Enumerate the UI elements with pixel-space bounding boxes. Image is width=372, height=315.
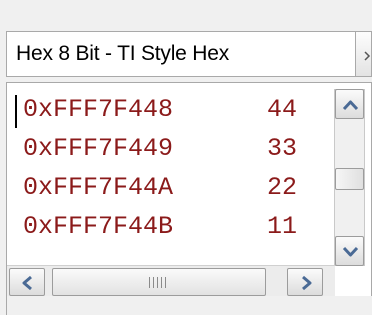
- vertical-scroll-thumb[interactable]: [335, 168, 364, 190]
- arrow-left-icon: [22, 275, 32, 291]
- scroll-up-button[interactable]: [335, 89, 364, 119]
- horizontal-scroll-thumb[interactable]: [52, 268, 266, 296]
- bottom-gap: [7, 296, 372, 315]
- memory-address: 0xFFF7F44A: [23, 173, 174, 202]
- toolbar-strip: [0, 0, 372, 22]
- memory-value[interactable]: 44: [267, 95, 297, 124]
- memory-address: 0xFFF7F448: [23, 95, 174, 124]
- scroll-down-button[interactable]: [335, 236, 364, 266]
- text-cursor: [15, 95, 17, 128]
- memory-address: 0xFFF7F449: [23, 134, 174, 163]
- chevron-down-icon: [364, 51, 371, 61]
- format-select-value: Hex 8 Bit - TI Style Hex: [16, 42, 230, 65]
- format-select-dropdown-button[interactable]: [356, 31, 372, 77]
- grip-icon: [149, 277, 169, 288]
- memory-value[interactable]: 33: [267, 134, 297, 163]
- memory-address: 0xFFF7F44B: [23, 212, 174, 241]
- arrow-down-icon: [342, 246, 359, 257]
- memory-value[interactable]: 22: [267, 173, 297, 202]
- scroll-right-button[interactable]: [287, 268, 323, 296]
- format-select[interactable]: Hex 8 Bit - TI Style Hex: [6, 31, 356, 77]
- arrow-up-icon: [342, 100, 359, 111]
- arrow-right-icon: [302, 275, 312, 291]
- scroll-left-button[interactable]: [9, 268, 45, 296]
- memory-value[interactable]: 11: [267, 212, 297, 241]
